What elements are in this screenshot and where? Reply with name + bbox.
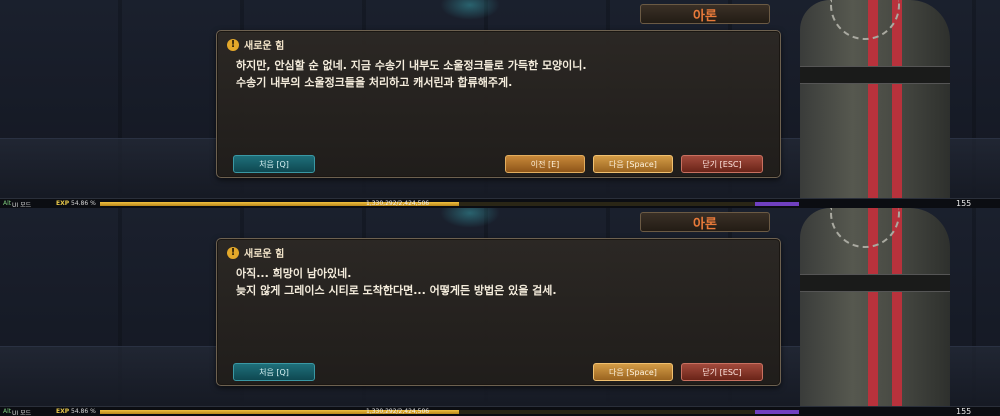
npc-portrait xyxy=(790,0,960,200)
first-button[interactable]: 처음 [Q] xyxy=(233,155,315,173)
ui-mode-toggle[interactable]: UI 모드 xyxy=(12,200,31,208)
exp-label: EXP xyxy=(56,200,70,207)
exclamation-icon: ! xyxy=(227,38,239,51)
exclamation-icon: ! xyxy=(227,246,239,259)
scene-character-glow xyxy=(440,0,500,20)
exp-percent: 54.86 % xyxy=(71,408,96,415)
dialogue-line: 늦지 않게 그레이스 시티로 도착한다면... 어떻게든 방법은 있을 걸세. xyxy=(236,284,557,297)
alt-key-hint: Alt xyxy=(3,408,12,415)
exp-value: 1,330,292/2,424,506 xyxy=(366,200,430,207)
dialogue-box: ! 새로운 힘 하지만, 안심할 순 없네. 지금 수송기 내부도 소울정크들로… xyxy=(216,30,781,178)
player-level: 155 xyxy=(956,199,972,208)
secondary-gauge xyxy=(755,202,799,206)
npc-belt xyxy=(800,66,950,84)
quest-title: 새로운 힘 xyxy=(244,41,285,52)
exp-label: EXP xyxy=(56,408,70,415)
alt-key-hint: Alt xyxy=(3,200,12,207)
dialogue-text: 아직... 희망이 남아있네. 늦지 않게 그레이스 시티로 도착한다면... … xyxy=(236,265,766,299)
status-bar: Alt UI 모드 EXP 54.86 % 1,330,292/2,424,50… xyxy=(0,406,1000,416)
dialogue-text: 하지만, 안심할 순 없네. 지금 수송기 내부도 소울정크들로 가득한 모양이… xyxy=(236,57,766,91)
status-bar: Alt UI 모드 EXP 54.86 % 1,330,292/2,424,50… xyxy=(0,198,1000,208)
dialogue-line: 아직... 희망이 남아있네. xyxy=(236,267,352,280)
secondary-gauge xyxy=(755,410,799,414)
next-button[interactable]: 다음 [Space] xyxy=(593,155,673,173)
dialogue-screen-2: 아론 ! 새로운 힘 아직... 희망이 남아있네. 늦지 않게 그레이스 시티… xyxy=(0,208,1000,416)
first-button[interactable]: 처음 [Q] xyxy=(233,363,315,381)
npc-coat-stripe xyxy=(892,0,902,200)
npc-nameplate: 아론 xyxy=(640,4,770,24)
dialogue-header: ! 새로운 힘 xyxy=(227,245,284,260)
npc-coat-stripe xyxy=(892,208,902,408)
player-level: 155 xyxy=(956,407,972,416)
previous-button[interactable]: 이전 [E] xyxy=(505,155,585,173)
npc-nameplate: 아론 xyxy=(640,212,770,232)
close-button[interactable]: 닫기 [ESC] xyxy=(681,155,763,173)
ui-mode-toggle[interactable]: UI 모드 xyxy=(12,408,31,416)
next-button[interactable]: 다음 [Space] xyxy=(593,363,673,381)
exp-percent: 54.86 % xyxy=(71,200,96,207)
npc-portrait xyxy=(790,208,960,408)
dialogue-line: 하지만, 안심할 순 없네. 지금 수송기 내부도 소울정크들로 가득한 모양이… xyxy=(236,59,587,72)
close-button[interactable]: 닫기 [ESC] xyxy=(681,363,763,381)
dialogue-header: ! 새로운 힘 xyxy=(227,37,284,52)
dialogue-screen-1: 아론 ! 새로운 힘 하지만, 안심할 순 없네. 지금 수송기 내부도 소울정… xyxy=(0,0,1000,208)
npc-belt xyxy=(800,274,950,292)
dialogue-line: 수송기 내부의 소울정크들을 처리하고 캐서린과 합류해주게. xyxy=(236,76,513,89)
quest-title: 새로운 힘 xyxy=(244,249,285,260)
scene-character-glow xyxy=(440,208,500,228)
dialogue-box: ! 새로운 힘 아직... 희망이 남아있네. 늦지 않게 그레이스 시티로 도… xyxy=(216,238,781,386)
exp-value: 1,330,292/2,424,506 xyxy=(366,408,430,415)
